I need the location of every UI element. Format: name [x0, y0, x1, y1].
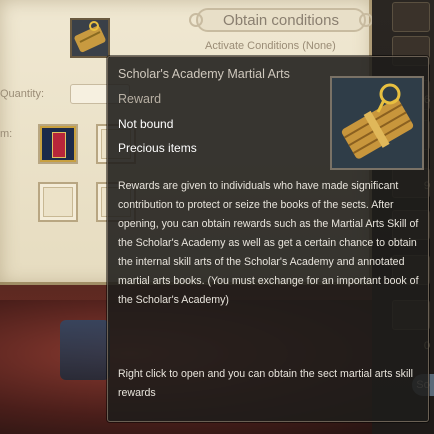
- panel-title: Obtain conditions: [223, 11, 339, 29]
- item-property-bound: Not bound: [118, 117, 174, 131]
- title-ornament-right-icon: [359, 13, 373, 27]
- activate-conditions-text: Activate Conditions (None): [205, 40, 336, 52]
- title-ornament-left-icon: [189, 13, 203, 27]
- hud-skill-icon[interactable]: [392, 2, 430, 32]
- item-tooltip: Scholar's Academy Martial Arts Reward No…: [107, 56, 429, 422]
- item-name: Scholar's Academy Martial Arts: [118, 67, 290, 81]
- panel-title-plate: Obtain conditions: [189, 8, 373, 32]
- item-usage-hint: Right click to open and you can obtain t…: [118, 368, 414, 399]
- scroll-bundle-icon: [74, 21, 106, 53]
- item-property-precious: Precious items: [118, 141, 197, 155]
- reward-label: m:: [0, 128, 13, 140]
- reward-slot-filled[interactable]: [38, 124, 78, 164]
- item-description: Rewards are given to individuals who hav…: [118, 180, 419, 306]
- scene-figure: [60, 320, 110, 380]
- item-icon-slot[interactable]: [70, 18, 110, 58]
- reward-slot-empty[interactable]: [38, 182, 78, 222]
- quantity-label: Quantity:: [0, 88, 45, 100]
- item-type: Reward: [118, 92, 162, 106]
- scroll-bundle-icon: [332, 78, 422, 168]
- item-artwork: [330, 76, 424, 170]
